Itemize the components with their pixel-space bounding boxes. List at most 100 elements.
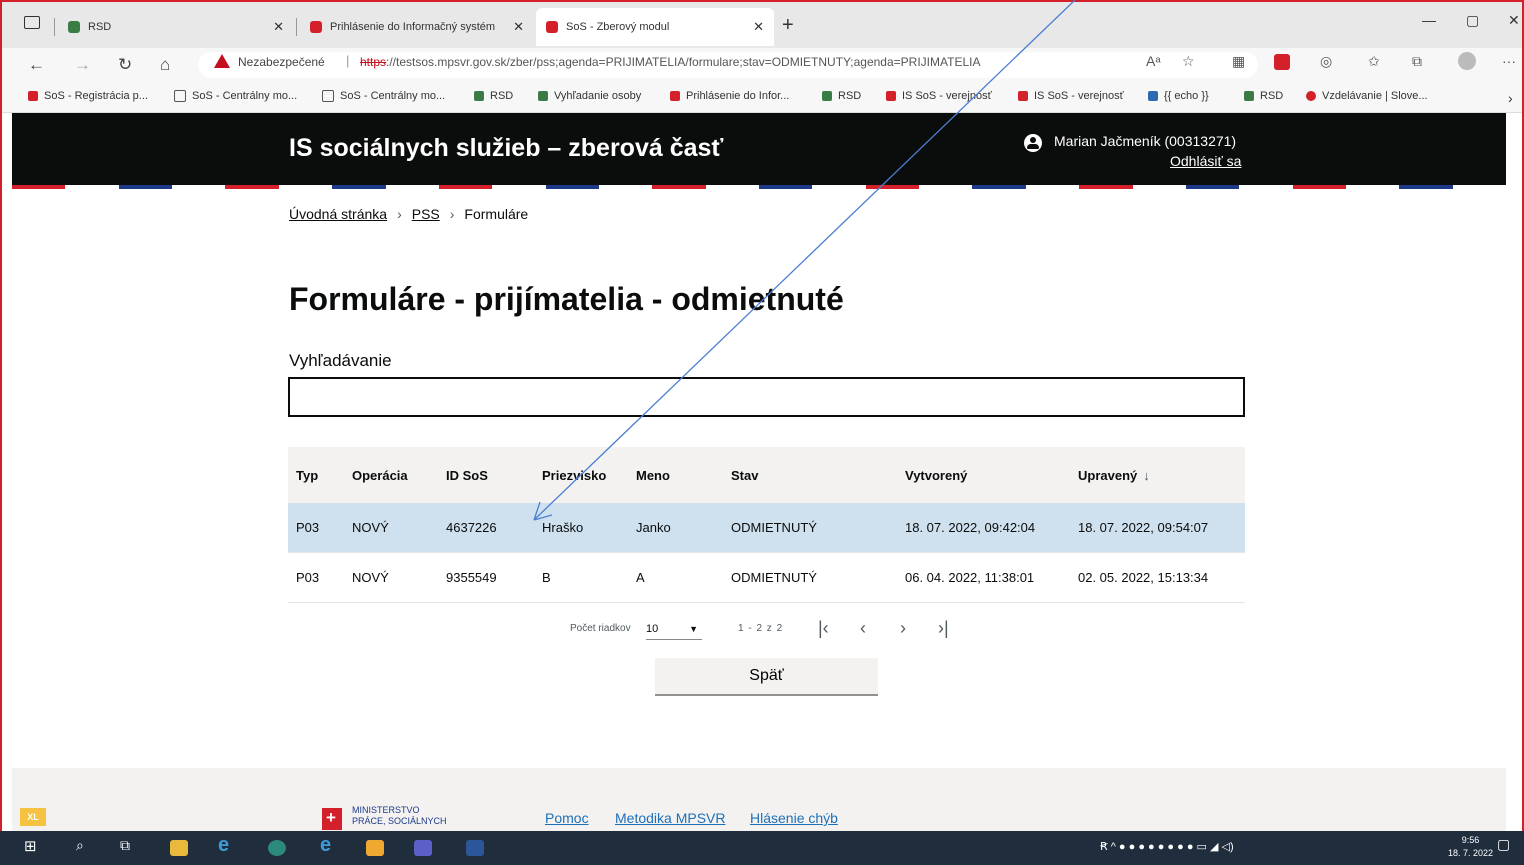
cell-meno: Janko: [636, 520, 671, 535]
collections-icon[interactable]: ⧉: [1412, 53, 1422, 70]
edge-icon[interactable]: [268, 840, 286, 856]
restore-icon[interactable]: ▢: [1466, 12, 1479, 29]
close-window-icon[interactable]: ✕: [1508, 12, 1520, 29]
cell-operacia: NOVÝ: [352, 520, 389, 535]
back-arrow-icon[interactable]: ←: [28, 55, 45, 75]
last-page-icon[interactable]: ›|: [938, 618, 949, 639]
help-link[interactable]: Pomoc: [545, 810, 589, 826]
methodology-link[interactable]: Metodika MPSVR: [615, 810, 725, 826]
app-title[interactable]: IS sociálnych služieb – zberová časť: [289, 134, 723, 163]
reload-icon[interactable]: ↻: [118, 55, 132, 75]
more-icon[interactable]: ···: [1502, 53, 1516, 69]
previous-page-icon[interactable]: ‹: [860, 618, 866, 639]
bookmark-item[interactable]: SoS - Centrálny mo...: [174, 90, 297, 102]
column-header-upraveny[interactable]: Upravený ↓: [1078, 447, 1150, 503]
app-header: [12, 113, 1506, 185]
cell-upraveny: 18. 07. 2022, 09:54:07: [1078, 520, 1209, 535]
column-header-vytvoreny[interactable]: Vytvorený: [905, 447, 967, 503]
forward-arrow-icon[interactable]: →: [74, 55, 91, 75]
column-header-operacia[interactable]: Operácia: [352, 447, 408, 503]
bookmark-item[interactable]: Vzdelávanie | Slove...: [1306, 90, 1428, 102]
new-tab-icon[interactable]: +: [782, 14, 794, 37]
bookmark-item[interactable]: SoS - Registrácia p...: [28, 90, 148, 102]
breadcrumb-pss[interactable]: PSS: [412, 206, 440, 222]
extension-circle-icon[interactable]: ◎: [1320, 53, 1332, 70]
cell-meno: A: [636, 570, 645, 585]
column-header-typ[interactable]: Typ: [296, 447, 318, 503]
favorites-icon[interactable]: ✩: [1368, 53, 1380, 70]
tab-actions-icon[interactable]: [24, 16, 40, 29]
forms-table: Typ Operácia ID SoS Priezvisko Meno Stav…: [288, 447, 1245, 603]
taskbar-clock[interactable]: 9:56 18. 7. 2022: [1448, 834, 1493, 860]
cell-vytvoreny: 06. 04. 2022, 11:38:01: [905, 570, 1035, 585]
header-stripe: [12, 185, 1507, 189]
tab-sos-zberovy-modul[interactable]: SoS - Zberový modul ✕: [536, 8, 774, 46]
close-icon[interactable]: ✕: [273, 19, 284, 35]
url-text[interactable]: https://testsos.mpsvr.gov.sk/zber/pss;ag…: [360, 55, 980, 69]
shield-favicon-icon: [546, 21, 558, 33]
internet-explorer-icon[interactable]: e: [218, 834, 236, 856]
table-row[interactable]: P03 NOVÝ 4637226 Hraško Janko ODMIETNUTÝ…: [288, 503, 1245, 553]
first-page-icon[interactable]: |‹: [818, 618, 829, 639]
rows-per-page-label: Počet riadkov: [570, 623, 631, 634]
bookmark-item[interactable]: IS SoS - verejnosť: [886, 90, 992, 102]
bookmark-item[interactable]: SoS - Centrálny mo...: [322, 90, 445, 102]
file-explorer-icon[interactable]: [170, 840, 188, 856]
warning-icon: [214, 54, 230, 68]
bookmark-item[interactable]: Vyhľadanie osoby: [538, 90, 641, 102]
profile-icon[interactable]: [1458, 52, 1476, 70]
word-icon[interactable]: [466, 840, 484, 856]
report-bug-link[interactable]: Hlásenie chýb: [750, 810, 838, 826]
column-header-id-sos[interactable]: ID SoS: [446, 447, 488, 503]
cell-priezvisko: Hraško: [542, 520, 584, 535]
minimize-icon[interactable]: —: [1422, 12, 1436, 28]
table-row[interactable]: P03 NOVÝ 9355549 B A ODMIETNUTÝ 06. 04. …: [288, 553, 1245, 603]
search-input[interactable]: [288, 377, 1245, 417]
table-header: Typ Operácia ID SoS Priezvisko Meno Stav…: [288, 447, 1245, 503]
close-icon[interactable]: ✕: [753, 19, 764, 35]
logout-link[interactable]: Odhlásiť sa: [1170, 153, 1241, 169]
bookmarks-chevron-icon[interactable]: ›: [1508, 90, 1513, 106]
home-icon[interactable]: ⌂: [160, 55, 170, 75]
extension-icon[interactable]: ▦: [1232, 53, 1245, 70]
cell-priezvisko: B: [542, 570, 551, 585]
teams-icon[interactable]: [414, 840, 432, 856]
app-icon[interactable]: [366, 840, 384, 856]
back-button[interactable]: Späť: [655, 658, 878, 696]
chevron-right-icon: ›: [397, 206, 402, 222]
next-page-icon[interactable]: ›: [900, 618, 906, 639]
tab-prihlasenie[interactable]: Prihlásenie do Informačný systém ✕: [300, 8, 534, 46]
bookmark-item[interactable]: Prihlásenie do Infor...: [670, 90, 789, 102]
chevron-right-icon: ›: [449, 206, 455, 222]
breadcrumb: Úvodná stránka › PSS › Formuláre: [289, 206, 528, 222]
read-aloud-icon[interactable]: Aᵃ: [1146, 53, 1161, 69]
tab-rsd[interactable]: RSD ✕: [58, 8, 294, 46]
bookmark-item[interactable]: RSD: [474, 90, 513, 102]
shield-favicon-icon: [310, 21, 322, 33]
breadcrumb-home[interactable]: Úvodná stránka: [289, 206, 387, 222]
search-icon[interactable]: ⌕: [76, 837, 94, 853]
extension-red-icon[interactable]: [1274, 54, 1290, 70]
task-view-icon[interactable]: ⧉: [120, 837, 138, 853]
cell-stav: ODMIETNUTÝ: [731, 570, 817, 585]
rsd-favicon-icon: [68, 21, 80, 33]
bookmark-item[interactable]: {{ echo }}: [1148, 90, 1209, 102]
favorite-add-icon[interactable]: ☆: [1182, 53, 1195, 70]
edge-legacy-icon[interactable]: e: [320, 834, 338, 856]
column-header-stav[interactable]: Stav: [731, 447, 758, 503]
column-header-priezvisko[interactable]: Priezvisko: [542, 447, 606, 503]
bookmark-item[interactable]: RSD: [1244, 90, 1283, 102]
bookmark-item[interactable]: IS SoS - verejnosť: [1018, 90, 1124, 102]
windows-start-icon[interactable]: ⊞: [24, 837, 42, 855]
cell-typ: P03: [296, 570, 320, 585]
system-tray-icons[interactable]: Ꞧ ^ ● ● ● ● ● ● ● ● ▭ ◢ ◁): [1100, 840, 1400, 856]
notification-icon[interactable]: ▢: [1497, 836, 1515, 852]
cell-operacia: NOVÝ: [352, 570, 389, 585]
user-icon: [1024, 134, 1042, 152]
cell-upraveny: 02. 05. 2022, 15:13:34: [1078, 570, 1209, 585]
close-icon[interactable]: ✕: [513, 19, 524, 35]
bookmark-item[interactable]: RSD: [822, 90, 861, 102]
xl-badge[interactable]: XL: [20, 808, 46, 826]
rows-per-page-select[interactable]: 10 ▼: [646, 619, 702, 640]
column-header-meno[interactable]: Meno: [636, 447, 670, 503]
